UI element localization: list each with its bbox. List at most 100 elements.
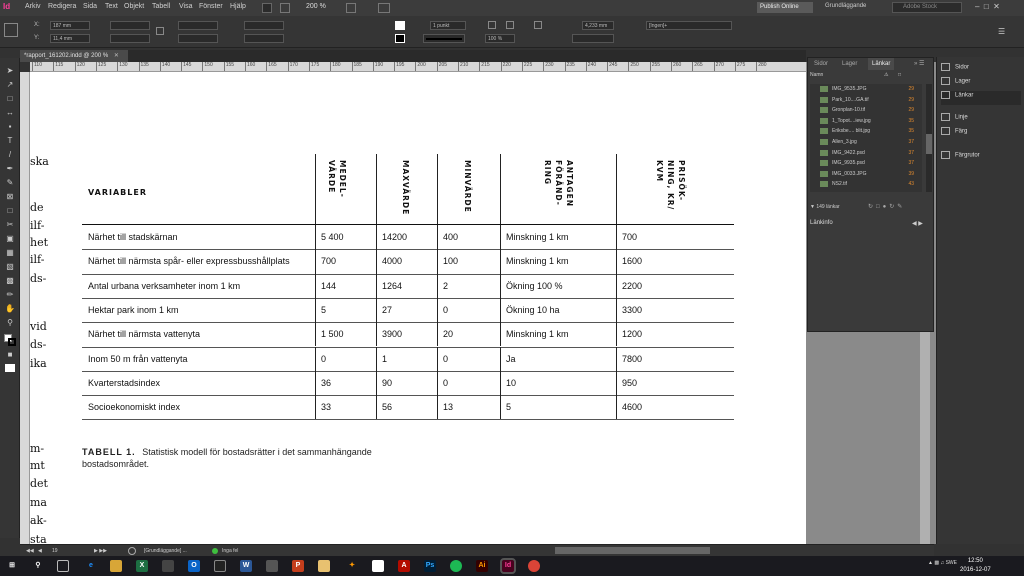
link-page[interactable]: 37 [908,139,914,145]
menu-redigera[interactable]: Redigera [48,3,76,10]
collapse-panel-icon[interactable]: » ☰ [914,60,924,67]
width-field[interactable] [110,21,150,30]
window-controls[interactable]: – □ ✕ [975,2,1000,11]
chrome-icon[interactable] [528,560,540,572]
link-page[interactable]: 39 [908,171,914,177]
corner-shape-field[interactable] [572,34,614,43]
word-icon[interactable]: W [240,560,252,572]
link-list-item[interactable]: IMG_9935.psd 37 [810,158,922,168]
scissors-tool-icon[interactable]: ✂ [5,220,15,230]
gradient-feather-tool-icon[interactable]: ▧ [5,262,15,272]
links-actions-icon[interactable]: ↻□●↻✎ [868,203,905,210]
opacity-field[interactable]: 100 % [485,34,515,43]
links-scrollbar[interactable] [926,84,932,192]
shear-field[interactable] [244,34,284,43]
document-tab[interactable]: *rapport_161202.indd @ 200 % ✕ [20,50,128,62]
prev-page-icon[interactable]: ◀ [38,548,42,554]
hand-tool-icon[interactable]: ✋ [5,304,15,314]
direct-selection-tool-icon[interactable]: ↗ [5,80,15,90]
publish-online-button[interactable]: Publish Online [757,2,813,13]
eyedropper-tool-icon[interactable]: ✏ [5,290,15,300]
horizontal-ruler[interactable]: 110 115 120 125 130 135 140 145 150 155 160 165 170 1… [30,62,806,72]
height-field[interactable] [110,34,150,43]
text-wrap-icon[interactable] [534,21,542,29]
preflight-profile[interactable]: [Grundläggande] ... [144,548,187,554]
close-icon[interactable]: ✕ [114,53,119,59]
system-tray[interactable]: ▲ ▩ ♫ SWE [928,560,957,566]
stroke-type-dropdown[interactable] [423,34,465,43]
arrange-documents-icon[interactable] [378,3,390,13]
menu-objekt[interactable]: Objekt [124,3,144,10]
illustrator-icon[interactable]: Ai [476,560,488,572]
search-icon[interactable]: ⚲ [32,560,44,572]
view-options-icon[interactable] [280,3,290,13]
link-list-item[interactable]: Allen_3.jpg 37 [810,137,922,147]
file-explorer-icon[interactable] [110,560,122,572]
next-page-icon[interactable]: ▶ ▶▶ [94,548,107,554]
control-panel-menu-icon[interactable]: ☰ [998,27,1005,36]
link-page[interactable]: 37 [908,160,914,166]
vertical-ruler[interactable] [20,72,30,544]
link-list-item[interactable]: IMG_9535.JPG 29 [810,84,922,94]
app-icon[interactable] [214,560,226,572]
app-icon-2[interactable] [318,560,330,572]
link-page[interactable]: 29 [908,97,914,103]
app-icon-3[interactable]: ✦ [346,560,358,572]
menu-text[interactable]: Text [105,3,118,10]
preview-mode-icon[interactable] [5,364,15,372]
dock-item-sidor[interactable]: Sidor [941,63,1021,77]
tab-sidor[interactable]: Sidor [810,58,832,70]
stroke-swatch[interactable] [395,34,405,43]
menu-hjalp[interactable]: Hjälp [230,3,246,10]
y-field[interactable]: 11,4 mm [50,34,90,43]
link-list-item[interactable]: Gronplan-10.tif 29 [810,105,922,115]
language-indicator[interactable]: SWE [946,560,957,566]
apply-color-icon[interactable]: ■ [5,350,15,360]
dock-item-lager[interactable]: Lager [941,77,1021,91]
link-list-item[interactable]: 1_Topot....iew.jpg 35 [810,116,922,126]
spotify-icon[interactable] [450,560,462,572]
screen-mode-icon[interactable] [346,3,356,13]
page-tool-icon[interactable]: □ [5,94,15,104]
indesign-icon[interactable]: Id [500,558,516,574]
link-page[interactable]: 29 [908,107,914,113]
page-number[interactable]: 19 [52,548,58,554]
line-tool-icon[interactable]: / [5,150,15,160]
dock-item-fargrutor[interactable]: Färgrutor [941,151,1021,165]
reference-point-icon[interactable] [4,23,18,37]
link-page[interactable]: 29 [908,86,914,92]
corner-size-field[interactable]: 4,233 mm [582,21,614,30]
effects-icon[interactable] [506,21,514,29]
excel-icon[interactable]: X [136,560,148,572]
link-list-item[interactable]: IMG_9422.psd 37 [810,148,922,158]
link-list-item[interactable]: NS2.tif 43 [810,179,922,189]
menu-visa[interactable]: Visa [179,3,193,10]
outlook-icon[interactable]: O [188,560,200,572]
rectangle-frame-tool-icon[interactable]: ⊠ [5,192,15,202]
dock-item-linje[interactable]: Linje [941,113,1021,127]
column-header-name[interactable]: Namn [810,72,823,78]
object-style-dropdown[interactable]: [Ingen]+ [646,21,732,30]
pen-tool-icon[interactable]: ✒ [5,164,15,174]
link-info-header[interactable]: Länkinfo [810,220,833,226]
note-tool-icon[interactable]: ▩ [5,276,15,286]
constrain-proportions-icon[interactable] [156,27,164,35]
link-page[interactable]: 35 [908,118,914,124]
powerpoint-icon[interactable]: P [292,560,304,572]
menu-tabell[interactable]: Tabell [152,3,170,10]
menu-sida[interactable]: Sida [83,3,97,10]
clock[interactable]: 12:50 2016-12-07 [960,557,991,575]
stroke-weight-field[interactable]: 1 punkt [430,21,466,30]
free-transform-tool-icon[interactable]: ▣ [5,234,15,244]
link-info-arrows-icon[interactable]: ◀ ▶ [912,220,923,227]
selection-tool-icon[interactable]: ➤ [5,66,15,76]
workspace-switcher[interactable]: Grundläggande [825,3,866,9]
statistics-table[interactable]: VARIABLER MEDEL- VÄRDE MAXVÄRDE MINVÄRDE… [82,154,734,424]
link-page[interactable]: 37 [908,150,914,156]
dock-item-farg[interactable]: Färg [941,127,1021,141]
link-list-item[interactable]: IMG_0033.JPG 39 [810,169,922,179]
link-list-item[interactable]: Park_10....GA.tif 29 [810,95,922,105]
type-tool-icon[interactable]: T [5,136,15,146]
rectangle-tool-icon[interactable]: □ [5,206,15,216]
drop-shadow-icon[interactable] [488,21,496,29]
